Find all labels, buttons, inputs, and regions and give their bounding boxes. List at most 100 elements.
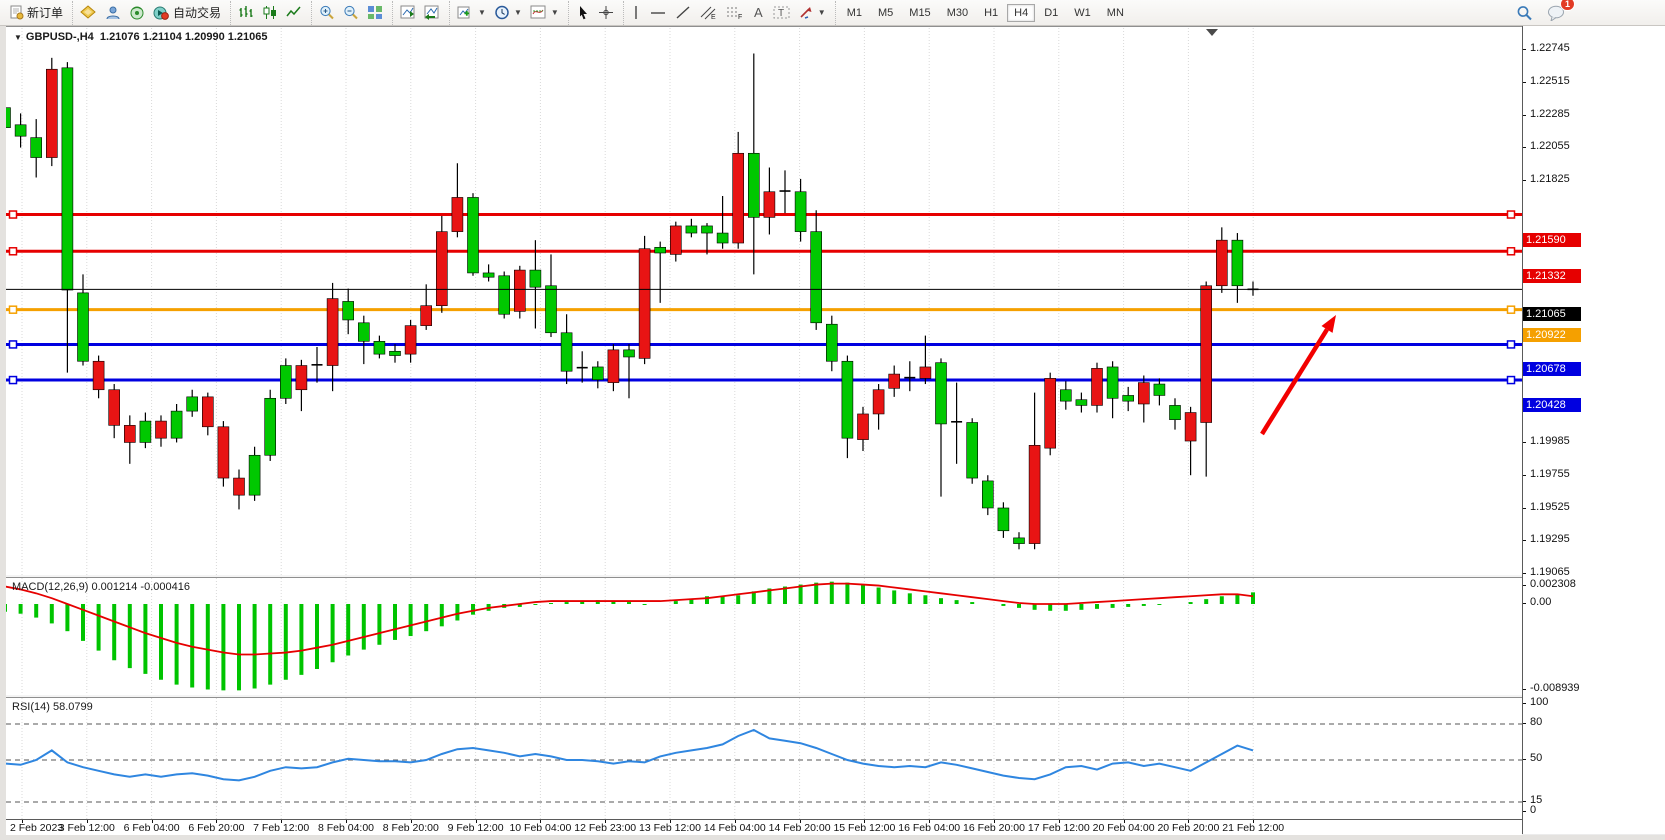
bear-candle[interactable]	[124, 425, 135, 442]
signal-button[interactable]	[125, 1, 149, 25]
bull-candle[interactable]	[390, 351, 401, 355]
arrows-button[interactable]: ▼	[794, 1, 830, 25]
bear-candle[interactable]	[1029, 445, 1040, 543]
auto-trading-button[interactable]: 自动交易	[149, 1, 225, 25]
bull-candle[interactable]	[6, 108, 11, 128]
bear-candle[interactable]	[46, 69, 57, 157]
bull-candle[interactable]	[842, 361, 853, 438]
crosshair-button[interactable]	[594, 1, 618, 25]
cursor-button[interactable]	[572, 1, 594, 25]
bar-chart-button[interactable]	[234, 1, 258, 25]
vertical-line-button[interactable]	[627, 1, 645, 25]
bull-candle[interactable]	[1076, 400, 1087, 406]
bull-candle[interactable]	[655, 247, 666, 253]
bull-candle[interactable]	[140, 421, 151, 442]
bull-candle[interactable]	[702, 226, 713, 233]
bull-candle[interactable]	[936, 363, 947, 424]
bear-candle[interactable]	[733, 153, 744, 243]
bull-candle[interactable]	[748, 153, 759, 217]
bull-candle[interactable]	[187, 397, 198, 411]
bear-candle[interactable]	[1216, 240, 1227, 286]
tab-timeframe-m5[interactable]: M5	[871, 4, 900, 22]
bull-candle[interactable]	[530, 270, 541, 287]
bull-candle[interactable]	[1154, 384, 1165, 395]
bear-candle[interactable]	[109, 390, 120, 426]
tile-windows-button[interactable]	[363, 1, 387, 25]
bull-candle[interactable]	[717, 233, 728, 243]
line-handle[interactable]	[10, 377, 17, 384]
line-handle[interactable]	[10, 211, 17, 218]
bear-candle[interactable]	[436, 232, 447, 306]
bull-candle[interactable]	[795, 192, 806, 232]
new-order-button[interactable]: 新订单	[5, 1, 67, 25]
bull-candle[interactable]	[624, 350, 635, 357]
bear-candle[interactable]	[218, 427, 229, 478]
bear-candle[interactable]	[452, 197, 463, 231]
bull-candle[interactable]	[499, 276, 510, 314]
tab-timeframe-w1[interactable]: W1	[1067, 4, 1098, 22]
bull-candle[interactable]	[15, 125, 26, 136]
bear-candle[interactable]	[670, 226, 681, 254]
main-chart-pane[interactable]	[6, 26, 1522, 577]
new-chart-button[interactable]: ▼	[453, 1, 490, 25]
line-handle[interactable]	[1508, 248, 1515, 255]
text-button[interactable]: A	[747, 1, 769, 25]
bull-candle[interactable]	[561, 333, 572, 371]
bull-candle[interactable]	[1232, 240, 1243, 286]
bull-candle[interactable]	[826, 324, 837, 361]
bull-candle[interactable]	[982, 481, 993, 508]
bull-candle[interactable]	[998, 508, 1009, 531]
zoom-out-button[interactable]	[339, 1, 363, 25]
bear-candle[interactable]	[514, 270, 525, 311]
tab-timeframe-h1[interactable]: H1	[977, 4, 1005, 22]
bull-candle[interactable]	[31, 138, 42, 158]
trader-community-button[interactable]	[101, 1, 125, 25]
candlestick-button[interactable]	[258, 1, 282, 25]
bear-candle[interactable]	[421, 306, 432, 326]
chat-button[interactable]: 1	[1543, 1, 1569, 25]
tab-timeframe-h4[interactable]: H4	[1007, 4, 1035, 22]
bear-candle[interactable]	[93, 361, 104, 389]
bull-candle[interactable]	[358, 323, 369, 342]
bull-candle[interactable]	[1060, 390, 1071, 401]
equidistant-channel-button[interactable]: E	[695, 1, 721, 25]
bear-candle[interactable]	[889, 374, 900, 388]
chart-shift-button[interactable]	[420, 1, 444, 25]
tab-timeframe-mn[interactable]: MN	[1100, 4, 1131, 22]
bull-candle[interactable]	[265, 398, 276, 455]
trendline-button[interactable]	[671, 1, 695, 25]
bull-candle[interactable]	[1107, 367, 1118, 398]
bear-candle[interactable]	[639, 249, 650, 359]
bull-candle[interactable]	[592, 367, 603, 380]
line-handle[interactable]	[1508, 377, 1515, 384]
bull-candle[interactable]	[1014, 538, 1025, 544]
bear-candle[interactable]	[608, 350, 619, 383]
bull-candle[interactable]	[811, 232, 822, 323]
line-chart-button[interactable]	[282, 1, 306, 25]
bull-candle[interactable]	[1170, 405, 1181, 419]
chart-shift-marker-icon[interactable]	[1206, 29, 1218, 36]
bear-candle[interactable]	[405, 326, 416, 354]
bull-candle[interactable]	[967, 423, 978, 479]
bear-candle[interactable]	[858, 414, 869, 440]
bear-candle[interactable]	[296, 366, 307, 390]
bear-candle[interactable]	[202, 397, 213, 427]
bull-candle[interactable]	[280, 366, 291, 399]
line-handle[interactable]	[10, 248, 17, 255]
bear-candle[interactable]	[1092, 368, 1103, 405]
line-handle[interactable]	[1508, 306, 1515, 313]
bull-candle[interactable]	[78, 293, 89, 361]
tab-timeframe-d1[interactable]: D1	[1037, 4, 1065, 22]
bear-candle[interactable]	[1201, 286, 1212, 423]
zoom-in-button[interactable]	[315, 1, 339, 25]
line-handle[interactable]	[1508, 341, 1515, 348]
macd-pane[interactable]	[6, 577, 1522, 697]
bull-candle[interactable]	[483, 273, 494, 277]
horizontal-line-button[interactable]	[645, 1, 671, 25]
bull-candle[interactable]	[171, 411, 182, 438]
bull-candle[interactable]	[468, 197, 479, 272]
bull-candle[interactable]	[374, 341, 385, 354]
bull-candle[interactable]	[343, 301, 354, 320]
price-axis[interactable]: 1.227451.225151.222851.220551.218251.211…	[1522, 26, 1665, 834]
tab-timeframe-m30[interactable]: M30	[940, 4, 975, 22]
